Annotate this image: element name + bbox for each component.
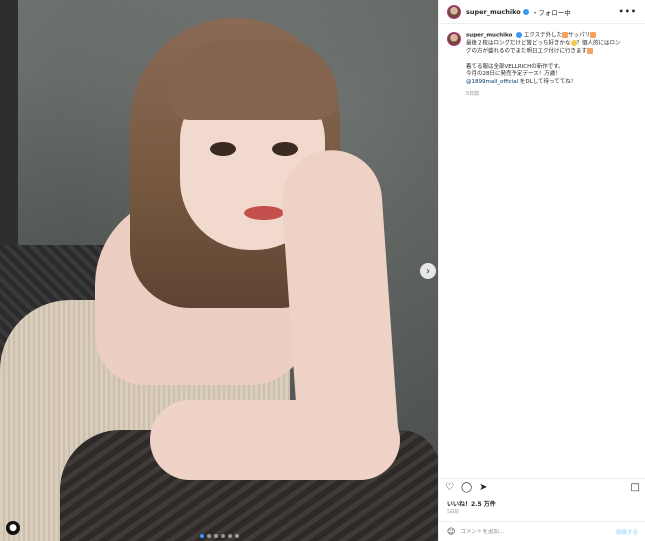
caption-username[interactable]: super_muchiko	[466, 33, 512, 39]
caption-time: 5日前	[466, 90, 480, 97]
comment-bar: ☺ 投稿する	[439, 521, 645, 541]
caption-line: 今月の28日に発売予定デース！万歳！	[466, 71, 561, 78]
username-link[interactable]: super_muchiko	[466, 8, 521, 16]
photo-bangs	[168, 40, 338, 120]
like-count[interactable]: いいね！2.5 万件	[447, 499, 496, 508]
posted-time: 5日前	[447, 510, 459, 515]
post-photo[interactable]: › ●	[0, 0, 438, 541]
caption-text: super_muchiko エクステ外した サッパリ 最後２枚はロングだけど皆どっ…	[466, 32, 621, 87]
caption-line: 最後２枚はロングだけど皆どっち好きかな	[466, 40, 571, 47]
heart-icon[interactable]: ♡	[445, 482, 454, 493]
comment-input[interactable]	[460, 528, 611, 535]
photo-eye-left	[210, 142, 236, 156]
emoji-icon	[590, 32, 597, 38]
bookmark-icon[interactable]: □	[631, 482, 640, 493]
carousel-dot[interactable]	[227, 534, 232, 538]
post-comment-button[interactable]: 投稿する	[616, 528, 638, 536]
emoji-icon	[587, 48, 594, 55]
post-header: super_muchiko ・フォロー中 •••	[439, 0, 645, 24]
carousel-dots	[0, 534, 438, 538]
verified-badge-icon	[516, 32, 523, 38]
caption-line: をDLして待っててね！	[518, 79, 577, 86]
carousel-dot[interactable]	[199, 534, 204, 538]
verified-badge-icon	[522, 8, 529, 15]
caption-line: ？個人的にはロン	[576, 40, 621, 47]
caption-line: 着てる服は全部VELLRICHの新作です。	[466, 63, 564, 70]
share-icon[interactable]: ➤	[479, 482, 487, 493]
caption: super_muchiko エクステ外した サッパリ 最後２枚はロングだけど皆どっ…	[439, 24, 645, 97]
follow-status-label: フォロー中	[538, 8, 571, 17]
caption-line: グの方が盛れるのでまた明日エク付けに行きます	[466, 48, 588, 55]
post-sidebar: super_muchiko ・フォロー中 ••• super_muchiko エ…	[438, 0, 645, 541]
carousel-dot[interactable]	[206, 534, 211, 538]
mention-link[interactable]: @1899mall_official	[466, 79, 518, 85]
photo-eye-right	[272, 142, 298, 156]
carousel-dot[interactable]	[234, 534, 239, 538]
avatar[interactable]	[447, 4, 461, 19]
emoji-icon[interactable]: ☺	[447, 527, 455, 536]
user-icon[interactable]: ●	[6, 521, 20, 535]
caption-line: エクステ外した	[523, 32, 563, 39]
chevron-right-icon[interactable]: ›	[420, 263, 436, 279]
follow-status[interactable]: ・フォロー中	[532, 7, 571, 17]
action-bar: ♡ ◯ ➤ □	[439, 478, 645, 496]
photo-forearm	[150, 400, 400, 480]
carousel-dot[interactable]	[213, 534, 218, 538]
carousel-dot[interactable]	[220, 534, 225, 538]
more-options-icon[interactable]: •••	[619, 7, 637, 16]
comment-icon[interactable]: ◯	[461, 482, 472, 493]
caption-line: サッパリ	[568, 32, 591, 39]
photo-lips	[244, 206, 284, 220]
avatar[interactable]	[447, 32, 461, 46]
photo-wall-edge	[0, 0, 18, 250]
